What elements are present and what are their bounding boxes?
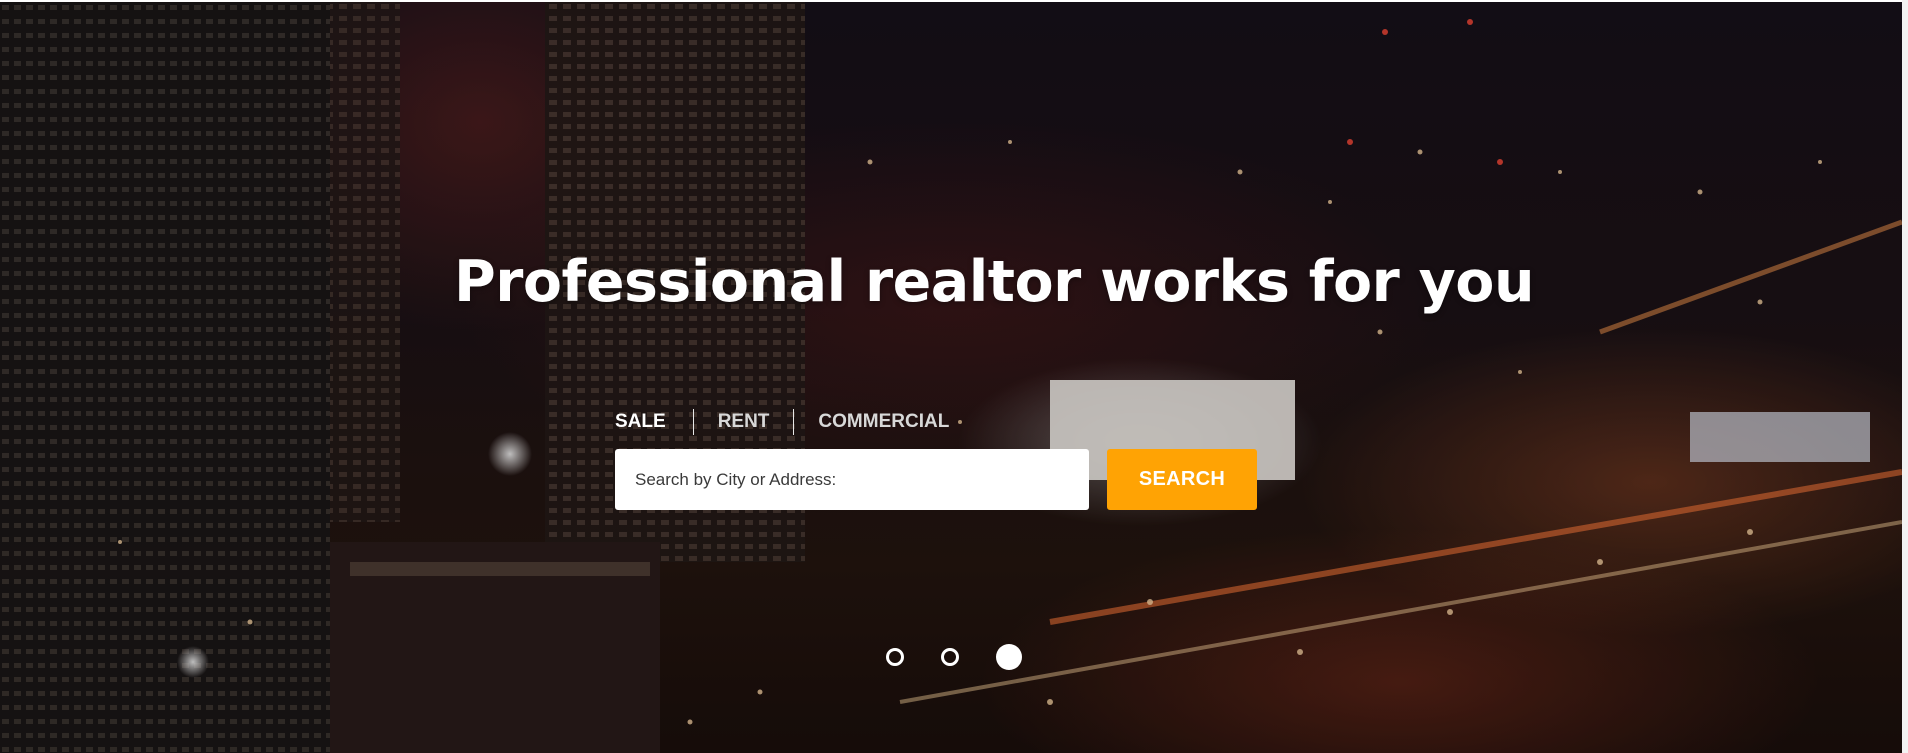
tab-rent[interactable]: RENT xyxy=(718,408,770,436)
slide-dot-1[interactable] xyxy=(886,648,904,666)
slider-pagination xyxy=(886,644,1022,670)
tab-commercial[interactable]: COMMERCIAL xyxy=(818,408,949,436)
tab-divider xyxy=(793,409,795,435)
hero-overlay xyxy=(0,2,1902,753)
search-input[interactable] xyxy=(615,449,1089,510)
search-button[interactable]: SEARCH xyxy=(1107,449,1257,510)
hero-banner: Professional realtor works for you SALE … xyxy=(0,2,1902,753)
slide-dot-2[interactable] xyxy=(941,648,959,666)
tab-divider xyxy=(692,409,694,435)
hero-headline: Professional realtor works for you xyxy=(454,249,1535,315)
slide-dot-3-active[interactable] xyxy=(996,644,1022,670)
tab-sale[interactable]: SALE xyxy=(615,408,666,436)
search-type-tabs: SALE RENT COMMERCIAL xyxy=(615,408,949,436)
scrollbar-track[interactable] xyxy=(1902,0,1908,753)
